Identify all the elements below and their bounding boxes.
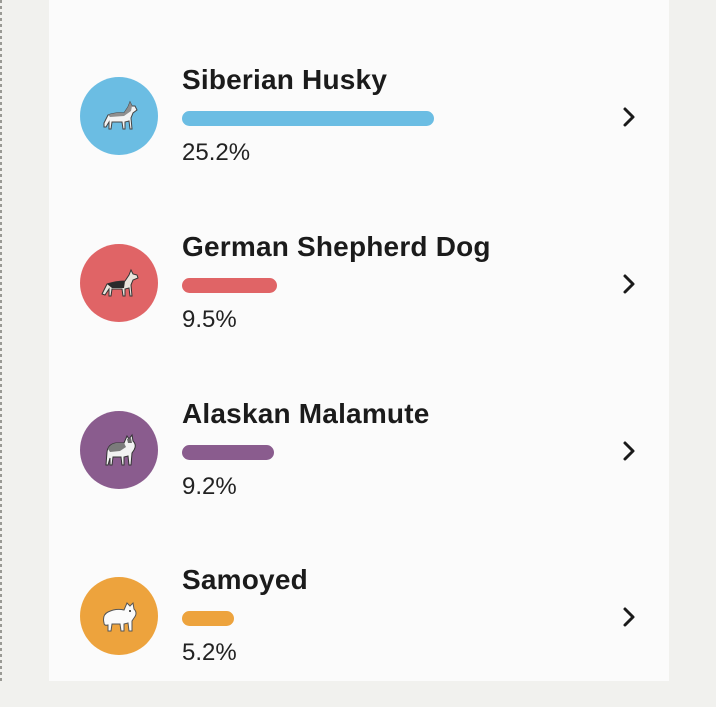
breed-name: Samoyed (182, 564, 308, 595)
german-shepherd-icon (101, 268, 139, 297)
breed-row-samoyed[interactable]: Samoyed 5.2% (49, 564, 669, 707)
share-bar-track (182, 445, 482, 460)
breed-row-siberian-husky[interactable]: Siberian Husky 25.2% (49, 64, 669, 207)
share-bar-track (182, 611, 482, 626)
malamute-icon (105, 433, 136, 466)
share-bar (182, 445, 274, 460)
share-bar (182, 611, 234, 626)
share-bar (182, 278, 277, 293)
breed-breakdown-panel: Siberian Husky 25.2% German Shepherd Dog… (49, 0, 669, 681)
breed-percent: 5.2% (182, 639, 237, 666)
chevron-right-icon[interactable] (619, 272, 639, 296)
breed-avatar (80, 411, 158, 489)
dotted-divider (0, 0, 4, 681)
samoyed-icon (103, 601, 137, 632)
husky-icon (103, 100, 138, 130)
share-bar-track (182, 111, 482, 126)
breed-avatar (80, 577, 158, 655)
breed-percent: 9.2% (182, 473, 237, 500)
chevron-right-icon[interactable] (619, 605, 639, 629)
breed-name: Siberian Husky (182, 64, 388, 95)
breed-row-alaskan-malamute[interactable]: Alaskan Malamute 9.2% (49, 398, 669, 541)
breed-percent: 9.5% (182, 306, 237, 333)
breed-name: Alaskan Malamute (182, 398, 430, 429)
share-bar-track (182, 278, 482, 293)
chevron-right-icon[interactable] (619, 105, 639, 129)
chevron-right-icon[interactable] (619, 439, 639, 463)
breed-name: German Shepherd Dog (182, 231, 491, 262)
share-bar (182, 111, 434, 126)
breed-percent: 25.2% (182, 139, 251, 166)
breed-avatar (80, 77, 158, 155)
breed-row-german-shepherd-dog[interactable]: German Shepherd Dog 9.5% (49, 231, 669, 374)
breed-avatar (80, 244, 158, 322)
